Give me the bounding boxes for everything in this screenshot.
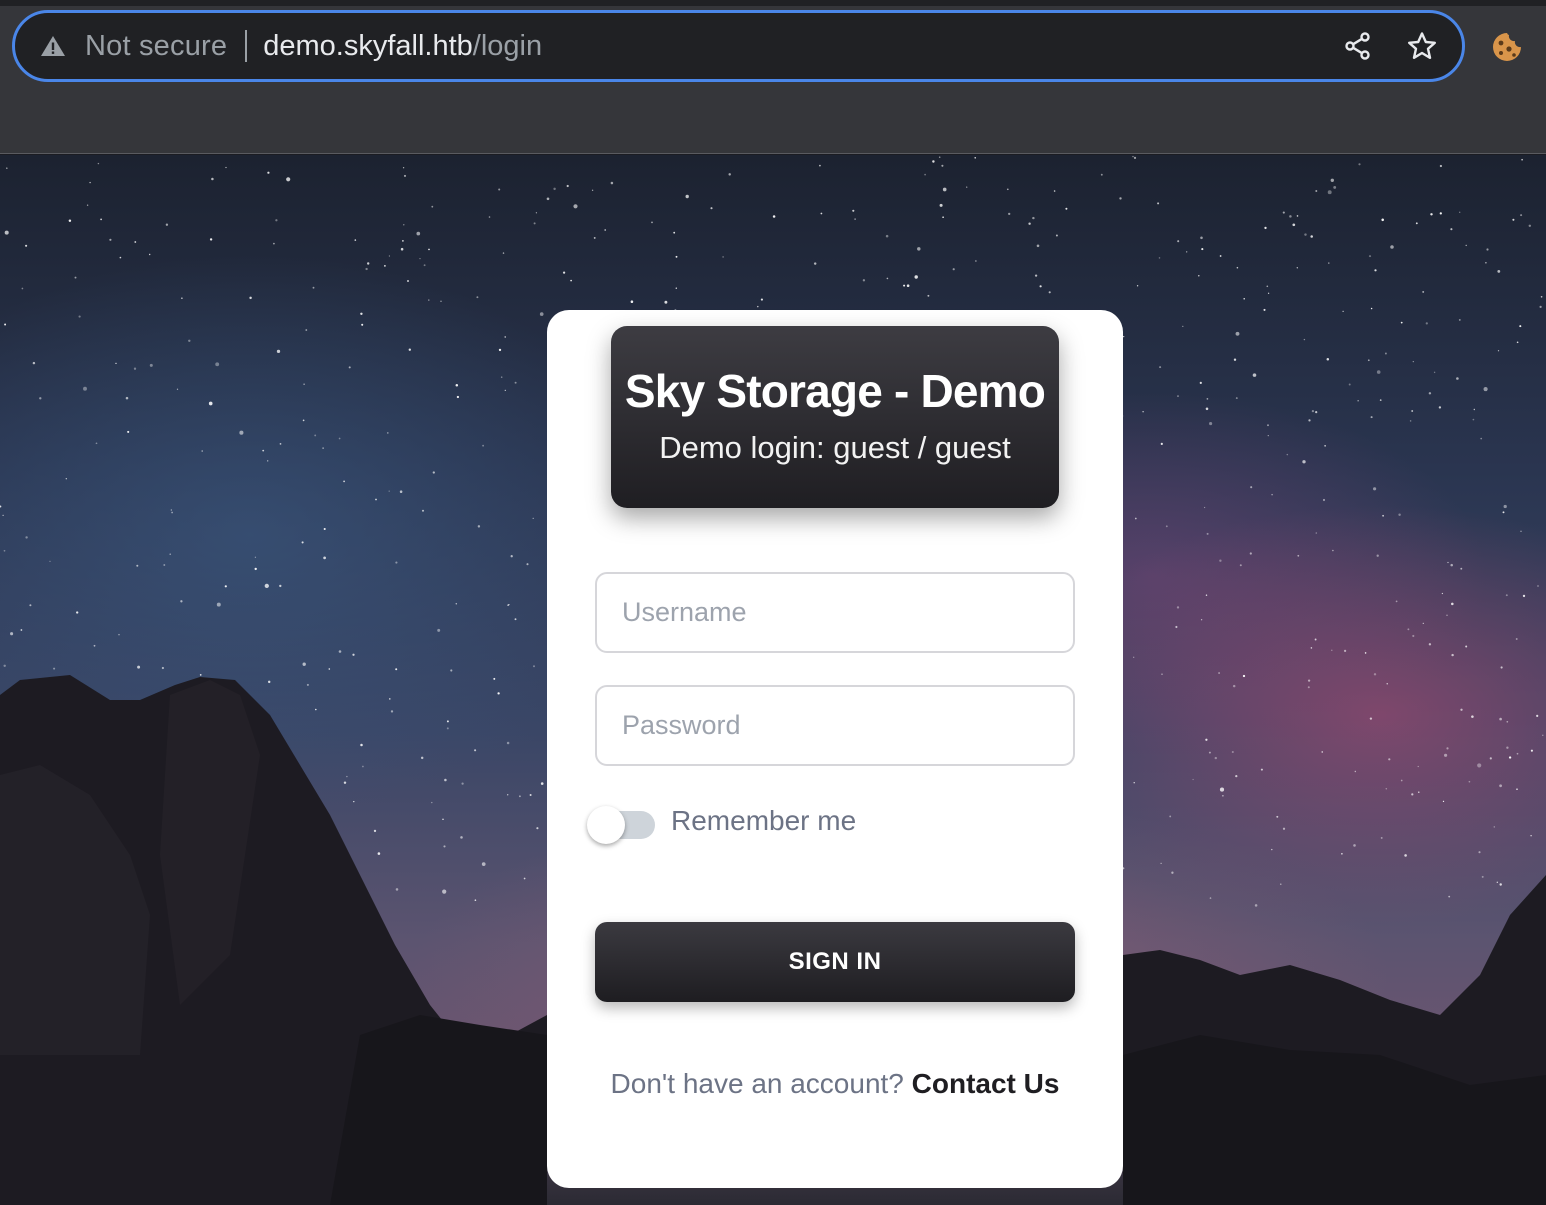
cookie-extension-icon[interactable] xyxy=(1486,26,1528,68)
login-page: Sky Storage - Demo Demo login: guest / g… xyxy=(0,155,1546,1205)
remember-me-toggle[interactable] xyxy=(587,801,655,844)
separator xyxy=(245,30,248,62)
signup-prompt-row: Don't have an account? Contact Us xyxy=(547,1068,1123,1100)
url-path[interactable]: /login xyxy=(473,30,542,63)
login-card: Sky Storage - Demo Demo login: guest / g… xyxy=(547,310,1123,1188)
sign-in-button[interactable]: SIGN IN xyxy=(595,922,1075,1002)
remember-me-row: Remember me xyxy=(587,798,856,844)
warning-icon[interactable] xyxy=(39,32,67,60)
browser-chrome: Not secure demo.skyfall.htb /login xyxy=(0,0,1546,154)
remember-me-label[interactable]: Remember me xyxy=(671,805,856,837)
contact-us-link[interactable]: Contact Us xyxy=(912,1068,1060,1099)
url-host[interactable]: demo.skyfall.htb xyxy=(263,30,473,63)
page-title: Sky Storage - Demo xyxy=(624,365,1046,417)
address-bar[interactable]: Not secure demo.skyfall.htb /login xyxy=(12,10,1465,82)
card-header: Sky Storage - Demo Demo login: guest / g… xyxy=(611,326,1059,508)
username-input[interactable] xyxy=(595,572,1075,653)
signup-prompt-text: Don't have an account? xyxy=(610,1068,912,1099)
bookmark-star-icon[interactable] xyxy=(1404,28,1440,64)
demo-credentials-hint: Demo login: guest / guest xyxy=(659,430,1011,465)
toggle-knob xyxy=(587,806,625,844)
security-status[interactable]: Not secure xyxy=(85,30,227,63)
password-input[interactable] xyxy=(595,685,1075,766)
tab-strip xyxy=(0,0,1546,6)
share-icon[interactable] xyxy=(1340,28,1376,64)
